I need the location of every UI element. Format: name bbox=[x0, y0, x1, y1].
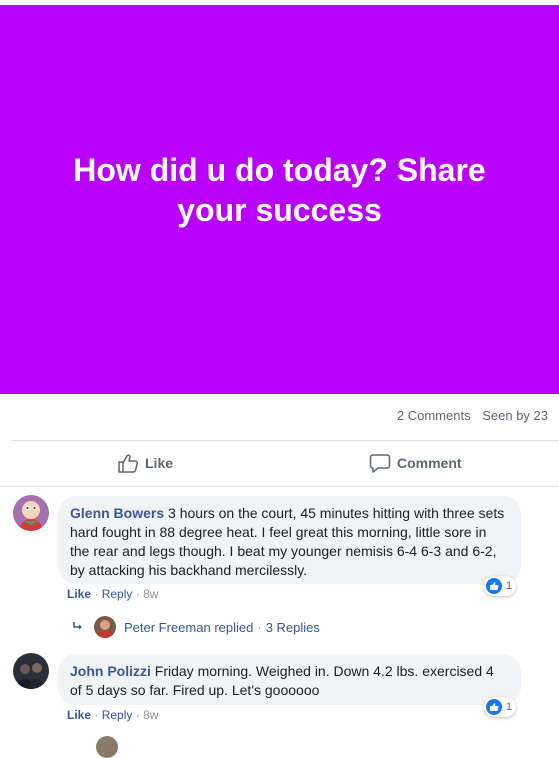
seen-by-count[interactable]: Seen by 23 bbox=[482, 408, 548, 423]
post-stats: 2 Comments Seen by 23 bbox=[397, 408, 548, 423]
thumbs-up-icon bbox=[118, 454, 138, 473]
reply-arrow-icon bbox=[73, 622, 82, 630]
avatar[interactable] bbox=[13, 653, 49, 689]
comment-bubble: Glenn Bowers 3 hours on the court, 45 mi… bbox=[58, 496, 521, 584]
comment-reply-link[interactable]: Reply bbox=[102, 587, 133, 601]
avatar[interactable] bbox=[13, 495, 49, 531]
comment-author[interactable]: John Polizzi bbox=[70, 663, 151, 679]
replies-count: 3 Replies bbox=[265, 619, 320, 635]
divider bbox=[12, 440, 559, 441]
like-button-label: Like bbox=[145, 455, 174, 471]
avatar bbox=[94, 616, 116, 638]
comment-button-label: Comment bbox=[397, 455, 462, 471]
like-reaction-icon bbox=[486, 578, 502, 594]
reaction-count: 1 bbox=[506, 580, 513, 592]
like-button[interactable]: Like bbox=[117, 451, 173, 475]
reaction-badge[interactable]: 1 bbox=[484, 576, 517, 596]
comment-meta: Like · Reply · 8w bbox=[67, 708, 158, 722]
comment-author[interactable]: Glenn Bowers bbox=[70, 505, 164, 521]
like-reaction-icon bbox=[486, 699, 502, 715]
replies-preview-text: Peter Freeman replied bbox=[124, 619, 254, 635]
divider bbox=[0, 486, 559, 487]
reaction-count: 1 bbox=[506, 701, 513, 713]
post-banner: How did u do today? Share your success bbox=[0, 5, 559, 394]
separator: · bbox=[135, 708, 140, 722]
comment-timestamp[interactable]: 8w bbox=[143, 587, 158, 601]
comment-bubble: John Polizzi Friday morning. Weighed in.… bbox=[58, 654, 521, 705]
separator: · bbox=[135, 587, 140, 601]
separator: · bbox=[94, 708, 99, 722]
reaction-badge[interactable]: 1 bbox=[484, 697, 517, 717]
view-replies-link[interactable]: Peter Freeman replied · 3 Replies bbox=[72, 616, 320, 638]
separator: · bbox=[257, 619, 262, 635]
avatar bbox=[96, 736, 118, 758]
comment-timestamp[interactable]: 8w bbox=[143, 708, 158, 722]
comment-reply-link[interactable]: Reply bbox=[102, 708, 133, 722]
comment-like-link[interactable]: Like bbox=[67, 587, 91, 601]
comment-like-link[interactable]: Like bbox=[67, 708, 91, 722]
separator: · bbox=[94, 587, 99, 601]
comments-count-link[interactable]: 2 Comments bbox=[397, 408, 471, 423]
comment-meta: Like · Reply · 8w bbox=[67, 587, 158, 601]
comment-button[interactable]: Comment bbox=[369, 451, 462, 475]
speech-bubble-icon bbox=[369, 454, 391, 473]
post-banner-text: How did u do today? Share your success bbox=[73, 152, 486, 228]
